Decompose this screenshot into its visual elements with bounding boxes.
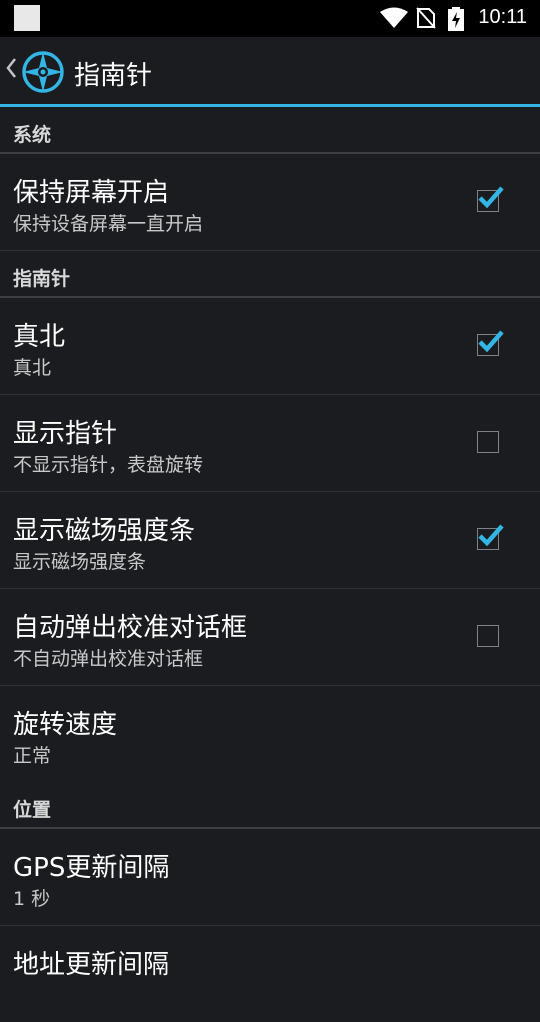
pref-title: 自动弹出校准对话框: [13, 613, 248, 643]
pref-gps-interval[interactable]: GPS更新间隔 1 秒: [0, 829, 540, 926]
pref-true-north[interactable]: 真北 真北: [0, 298, 540, 395]
back-chevron-icon[interactable]: [4, 57, 18, 79]
category-label: 位置: [13, 799, 52, 821]
pref-title: 显示指针: [13, 419, 118, 449]
app-title: 指南针: [74, 61, 153, 91]
pref-rotation-speed[interactable]: 旋转速度 正常: [0, 686, 540, 782]
action-bar: 指南针: [0, 37, 540, 104]
checkmark-icon: [478, 330, 504, 353]
pref-title: 真北: [13, 322, 66, 352]
pref-title: GPS更新间隔: [13, 853, 170, 883]
no-sim-icon: [416, 7, 436, 29]
pref-show-needle[interactable]: 显示指针 不显示指针，表盘旋转: [0, 395, 540, 492]
battery-charging-icon: [448, 7, 464, 31]
preference-list[interactable]: 系统 保持屏幕开启 保持设备屏幕一直开启 指南针 真北 真北 显示指针 不显示指…: [0, 107, 540, 1022]
notification-square-icon: [14, 5, 40, 31]
pref-summary: 显示磁场强度条: [13, 551, 147, 573]
pref-summary: 不自动弹出校准对话框: [13, 648, 204, 670]
auto-calibrate-checkbox[interactable]: [477, 625, 499, 647]
pref-summary: 保持设备屏幕一直开启: [13, 213, 204, 235]
status-bar: 10:11: [0, 0, 540, 37]
pref-summary: 不显示指针，表盘旋转: [13, 454, 204, 476]
pref-magnetic-bar[interactable]: 显示磁场强度条 显示磁场强度条: [0, 492, 540, 589]
magnetic-bar-checkbox[interactable]: [477, 524, 504, 550]
pref-title: 地址更新间隔: [13, 950, 170, 980]
show-needle-checkbox[interactable]: [477, 431, 499, 453]
category-header-compass: 指南针: [0, 251, 540, 298]
pref-summary: 正常: [13, 745, 52, 767]
keep-screen-on-checkbox[interactable]: [477, 186, 504, 212]
pref-auto-calibrate[interactable]: 自动弹出校准对话框 不自动弹出校准对话框: [0, 589, 540, 686]
checkmark-icon: [478, 186, 504, 209]
pref-title: 旋转速度: [13, 710, 118, 740]
true-north-checkbox[interactable]: [477, 330, 504, 356]
compass-app-icon[interactable]: [21, 50, 65, 94]
pref-summary: 真北: [13, 357, 52, 379]
category-label: 系统: [13, 124, 52, 146]
pref-summary: 1 秒: [13, 888, 51, 910]
checkmark-icon: [478, 524, 504, 547]
category-label: 指南针: [13, 268, 71, 290]
category-header-system: 系统: [0, 107, 540, 154]
wifi-icon: [380, 7, 408, 28]
pref-title: 显示磁场强度条: [13, 516, 196, 546]
pref-address-interval[interactable]: 地址更新间隔: [0, 926, 540, 1022]
clock: 10:11: [478, 6, 527, 28]
category-header-location: 位置: [0, 782, 540, 829]
pref-keep-screen-on[interactable]: 保持屏幕开启 保持设备屏幕一直开启: [0, 154, 540, 251]
pref-title: 保持屏幕开启: [13, 178, 170, 208]
